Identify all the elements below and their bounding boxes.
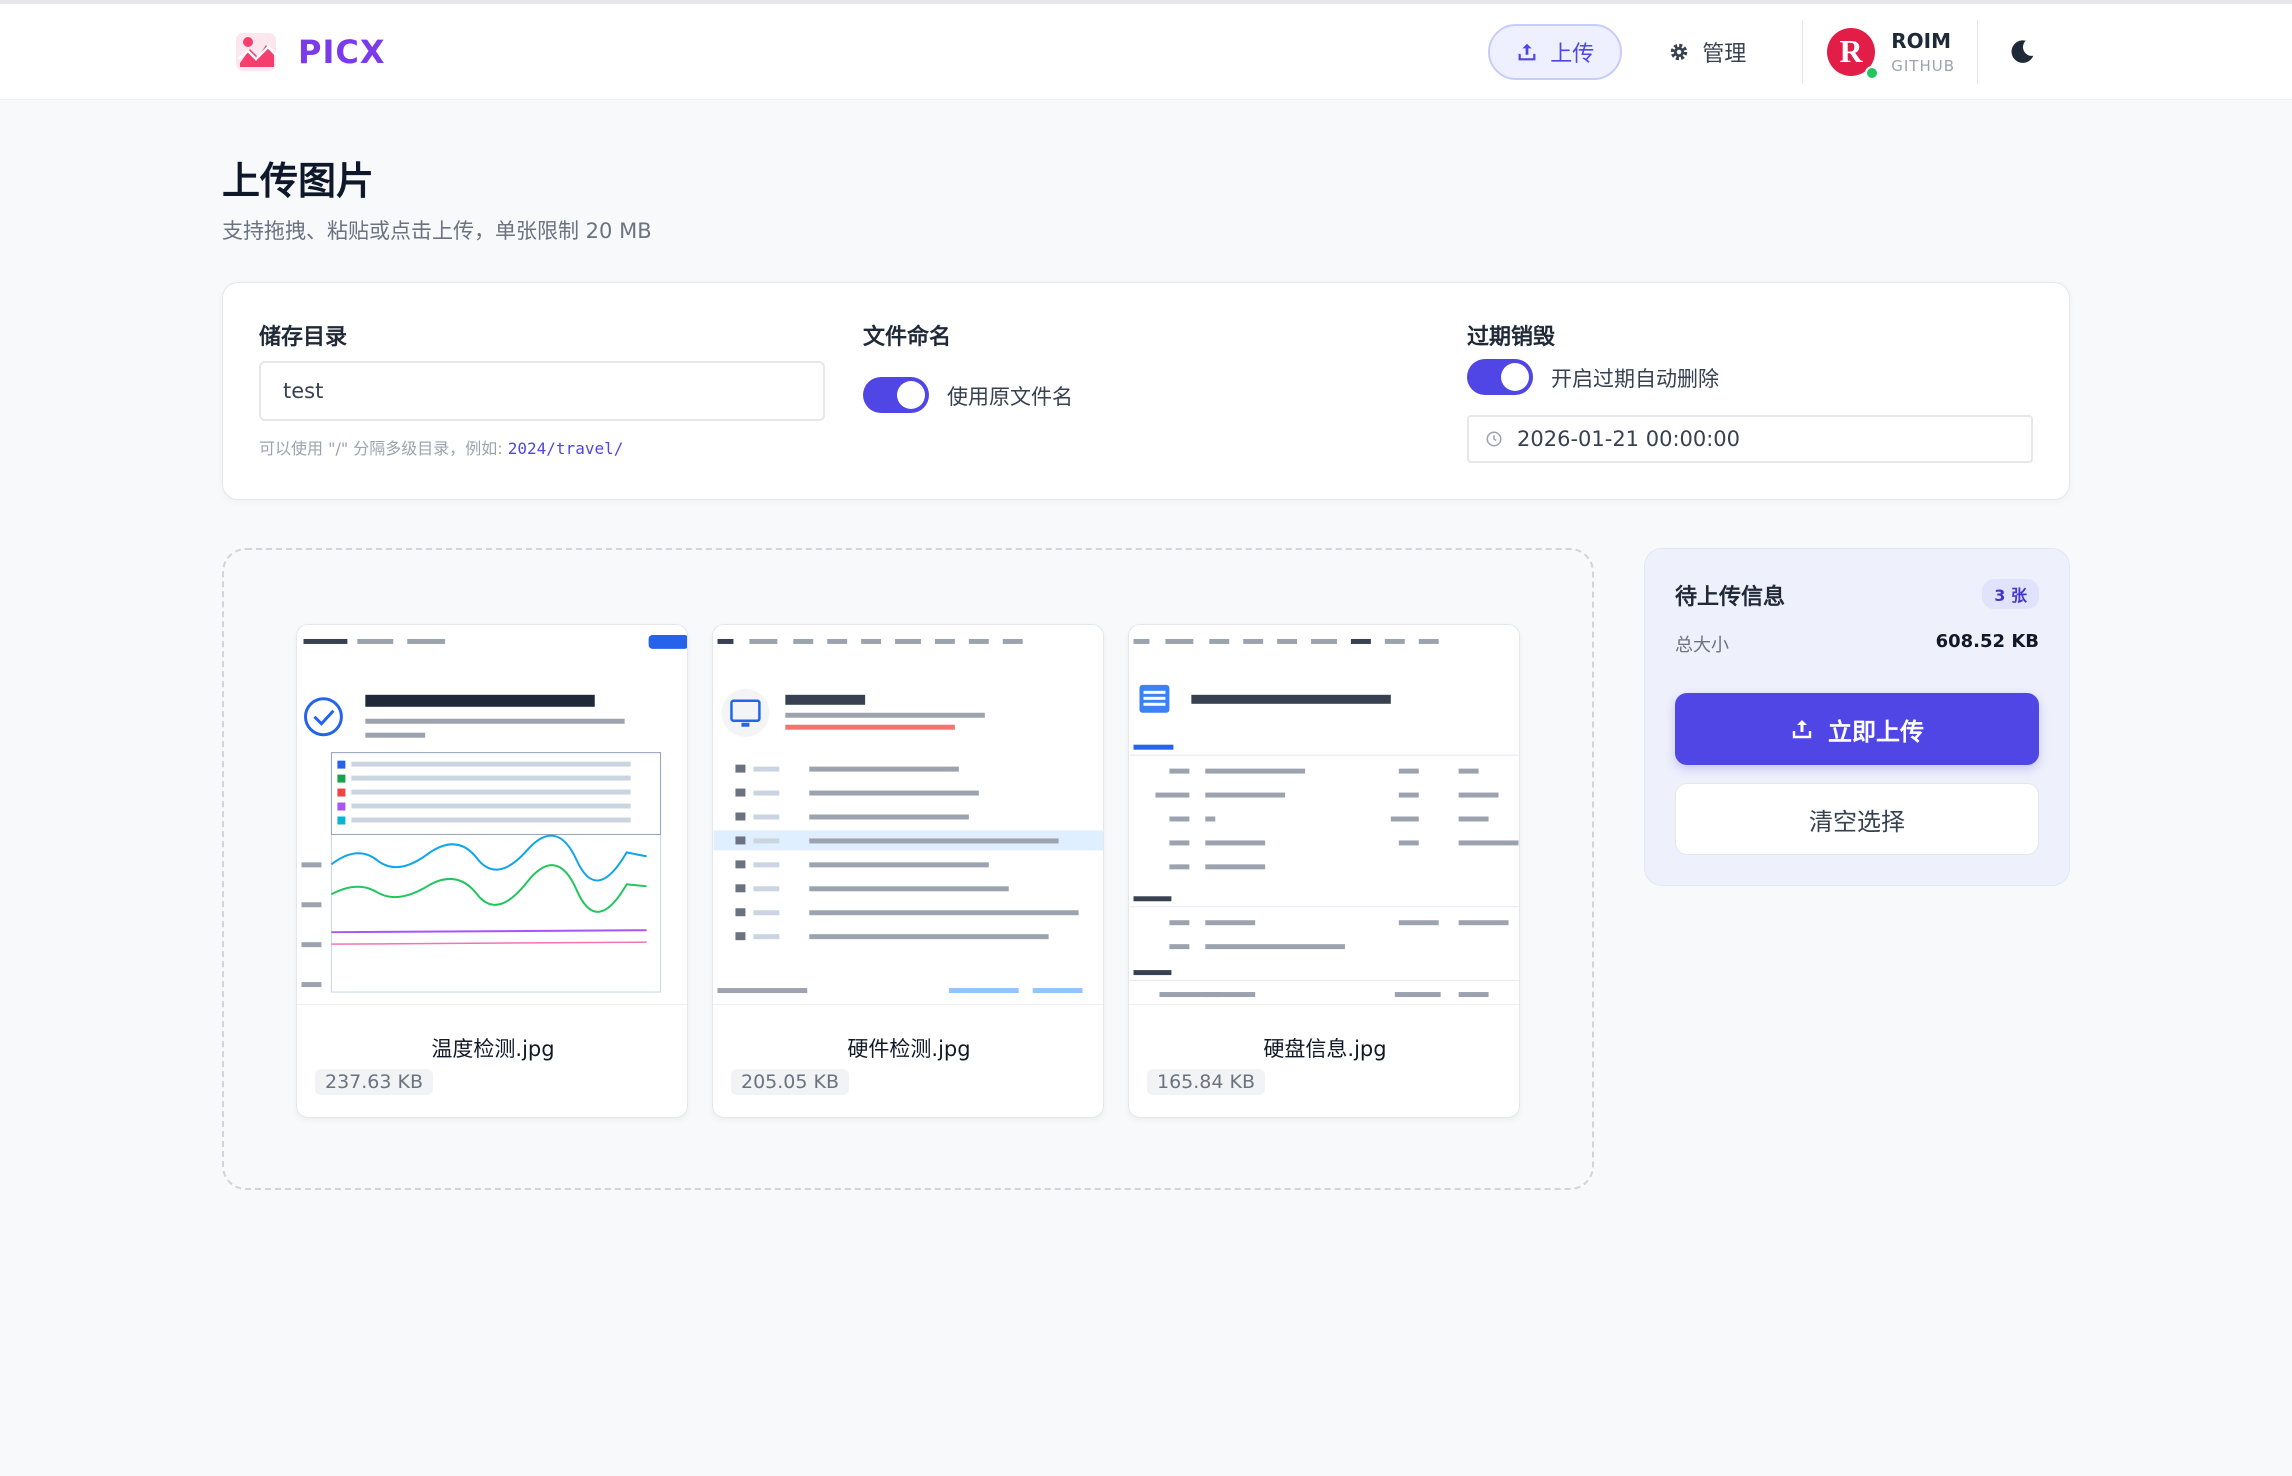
nav-divider	[1977, 19, 1978, 84]
app-name: PICX	[298, 32, 386, 71]
keep-original-name-text: 使用原文件名	[947, 385, 1073, 409]
avatar: R	[1825, 26, 1880, 80]
brand[interactable]: PICX	[234, 29, 386, 75]
upload-icon	[1792, 720, 1812, 739]
pending-upload-panel: 待上传信息 3 张 总大小 608.52 KB 立即上传 清空选择	[1644, 548, 2070, 886]
file-size-badge: 205.05 KB	[731, 1069, 850, 1095]
nav-manage-button[interactable]: 管理	[1642, 24, 1772, 80]
theme-toggle-button[interactable]	[2002, 32, 2042, 72]
file-name: 温度检测.jpg	[431, 1037, 555, 1061]
user-source: GITHUB	[1891, 56, 1955, 75]
file-name: 硬盘信息.jpg	[1263, 1037, 1387, 1061]
clock-icon	[1486, 431, 1502, 447]
file-card[interactable]: 硬件检测.jpg 205.05 KB	[712, 624, 1104, 1118]
auto-expire-toggle[interactable]	[1467, 359, 1533, 395]
file-thumbnail	[297, 625, 687, 1005]
toggle-knob	[1501, 363, 1529, 391]
expire-label: 过期销毁	[1467, 325, 1556, 350]
upload-now-label: 立即上传	[1828, 717, 1924, 746]
upload-settings-card: 储存目录 test 可以使用 "/" 分隔多级目录，例如: 2024/trave…	[222, 282, 2070, 500]
file-card[interactable]: 硬盘信息.jpg 165.84 KB	[1128, 624, 1520, 1118]
toggle-knob	[897, 381, 925, 409]
page-subtitle: 支持拖拽、粘贴或点击上传，单张限制 20 MB	[222, 219, 652, 243]
moon-icon	[2011, 39, 2034, 63]
storage-dir-input[interactable]: test	[259, 361, 825, 421]
drop-zone[interactable]: 温度检测.jpg 237.63 KB 硬件检测.jpg 205.05 KB 硬盘…	[222, 548, 1594, 1190]
total-size-value: 608.52 KB	[1935, 631, 2039, 652]
total-size-label: 总大小	[1675, 635, 1729, 656]
file-thumbnail	[713, 625, 1103, 1005]
user-name: ROIM	[1891, 28, 1951, 53]
file-card[interactable]: 温度检测.jpg 237.63 KB	[296, 624, 688, 1118]
nav-manage-label: 管理	[1702, 41, 1747, 67]
panel-title: 待上传信息	[1675, 585, 1786, 610]
user-menu[interactable]: R ROIM GITHUB	[1825, 26, 1955, 80]
file-size-badge: 237.63 KB	[315, 1069, 434, 1095]
file-size-badge: 165.84 KB	[1147, 1069, 1266, 1095]
file-name: 硬件检测.jpg	[847, 1037, 971, 1061]
storage-dir-hint-text: 可以使用 "/" 分隔多级目录，例如:	[259, 439, 508, 458]
gear-icon	[1670, 43, 1688, 60]
nav-upload-label: 上传	[1550, 41, 1595, 67]
upload-icon	[1518, 43, 1536, 60]
online-status-dot	[1865, 65, 1880, 80]
clear-selection-button[interactable]: 清空选择	[1675, 783, 2039, 855]
storage-dir-label: 储存目录	[259, 325, 348, 350]
svg-text:R: R	[1840, 33, 1864, 69]
page-title: 上传图片	[222, 159, 375, 203]
auto-expire-text: 开启过期自动删除	[1551, 367, 1719, 391]
main-nav: 上传 管理 R ROIM GITHUB	[1488, 19, 2042, 84]
file-count-badge: 3 张	[1982, 579, 2039, 609]
nav-upload-button[interactable]: 上传	[1488, 23, 1623, 80]
file-thumbnail	[1129, 625, 1519, 1005]
storage-dir-hint-example: 2024/travel/	[507, 439, 624, 458]
app-header: PICX 上传 管理 R ROIM GITHUB	[0, 4, 2292, 100]
upload-now-button[interactable]: 立即上传	[1675, 693, 2039, 765]
file-naming-label: 文件命名	[863, 325, 952, 350]
storage-dir-hint: 可以使用 "/" 分隔多级目录，例如: 2024/travel/	[259, 435, 623, 459]
app-logo-icon	[236, 32, 277, 71]
keep-original-name-toggle[interactable]	[863, 377, 929, 413]
expire-datetime-value: 2026-01-21 00:00:00	[1517, 427, 1741, 451]
page-heading: 上传图片 支持拖拽、粘贴或点击上传，单张限制 20 MB	[222, 150, 652, 245]
expire-datetime-input[interactable]: 2026-01-21 00:00:00	[1467, 415, 2033, 463]
nav-divider	[1802, 19, 1804, 84]
